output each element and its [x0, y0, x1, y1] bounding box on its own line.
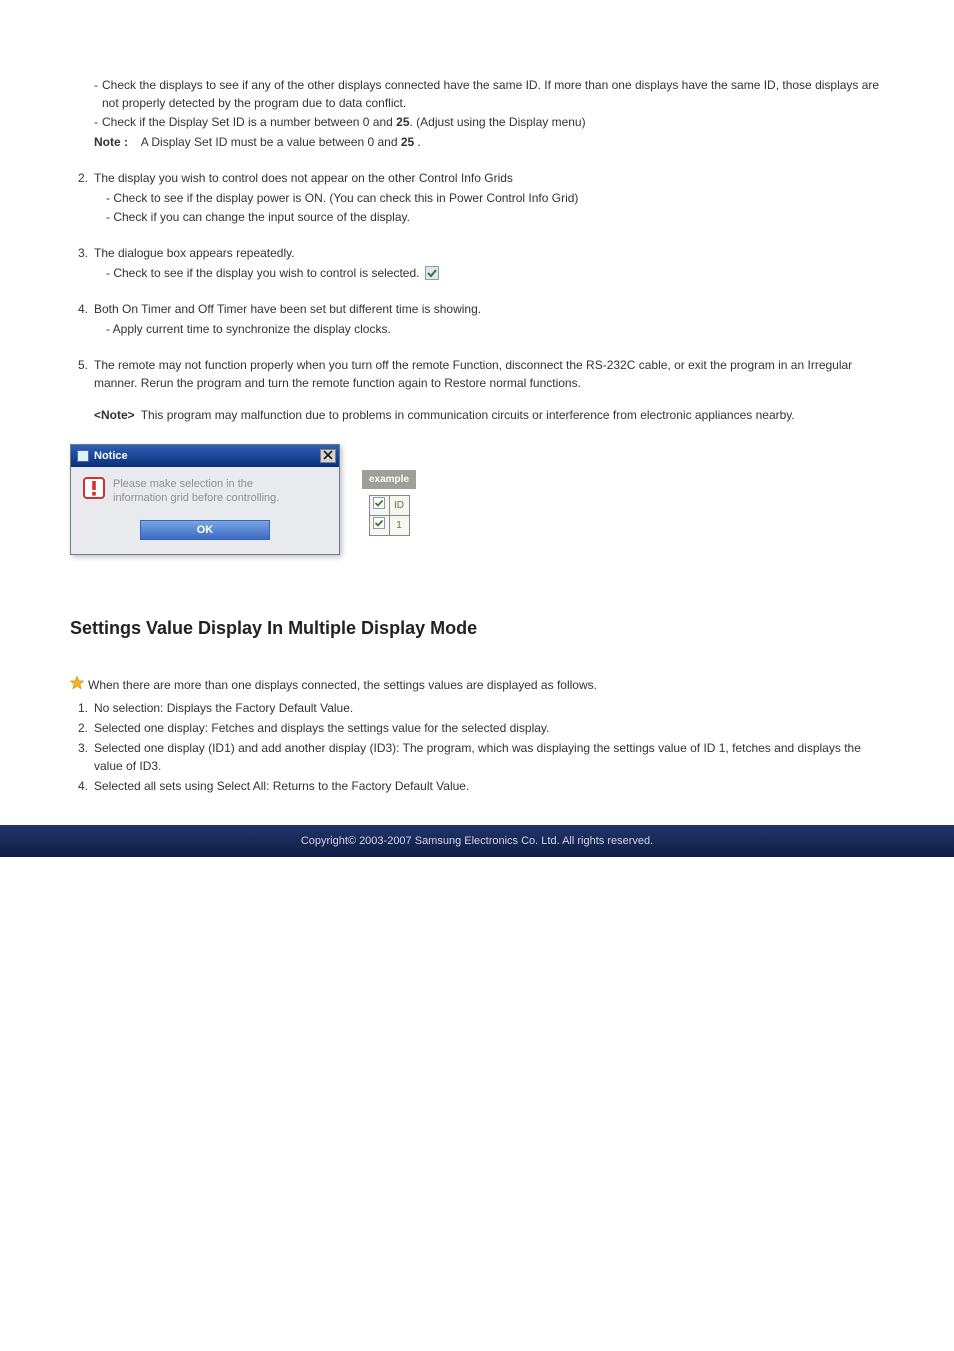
section-4: 4. Both On Timer and Off Timer have been…: [70, 300, 884, 338]
section-3-row: 3. The dialogue box appears repeatedly.: [70, 244, 884, 262]
section-5-note: <Note> This program may malfunction due …: [70, 406, 884, 424]
checkbox-header-icon: [373, 497, 385, 509]
section-5-title: The remote may not function properly whe…: [94, 356, 884, 392]
bottom-item-4-num: 4.: [70, 777, 94, 795]
top-dash-2-post: . (Adjust using the Display menu): [410, 115, 586, 129]
section-3: 3. The dialogue box appears repeatedly. …: [70, 244, 884, 282]
section-2-title: The display you wish to control does not…: [94, 169, 884, 187]
notice-msg-row: Please make selection in the information…: [83, 477, 327, 506]
bottom-item-4-text: Selected all sets using Select All: Retu…: [94, 777, 884, 795]
section-5-note-text: This program may malfunction due to prob…: [141, 406, 884, 424]
section-2-sub-0: - Check to see if the display power is O…: [70, 189, 884, 207]
notice-line1: Please make selection in the: [113, 478, 253, 490]
section-2: 2. The display you wish to control does …: [70, 169, 884, 226]
copyright-bar: Copyright© 2003-2007 Samsung Electronics…: [0, 825, 954, 857]
example-row-check[interactable]: [369, 516, 389, 536]
bottom-item-3-num: 3.: [70, 739, 94, 757]
bottom-item-3-text: Selected one display (ID1) and add anoth…: [94, 739, 884, 775]
top-note-post: .: [414, 135, 421, 149]
section-4-row: 4. Both On Timer and Off Timer have been…: [70, 300, 884, 318]
notice-close-button[interactable]: [320, 449, 336, 463]
bottom-item-2-text: Selected one display: Fetches and displa…: [94, 719, 884, 737]
bottom-intro-row: When there are more than one displays co…: [70, 676, 884, 695]
section-3-sub-0: - Check to see if the display you wish t…: [70, 264, 884, 282]
section-heading: Settings Value Display In Multiple Displ…: [70, 615, 884, 642]
example-header-check: [369, 496, 389, 516]
section-4-num: 4.: [70, 300, 94, 318]
bottom-item-2: 2. Selected one display: Fetches and dis…: [70, 719, 884, 737]
section-4-sub-0-text: - Apply current time to synchronize the …: [106, 320, 884, 338]
notice-ok-button[interactable]: OK: [140, 520, 270, 540]
example-header-id: ID: [389, 496, 409, 516]
section-2-row: 2. The display you wish to control does …: [70, 169, 884, 187]
section-4-sub-0: - Apply current time to synchronize the …: [70, 320, 884, 338]
top-note-label: Note :: [94, 135, 128, 149]
bottom-item-1-text: No selection: Displays the Factory Defau…: [94, 699, 884, 717]
dash: -: [94, 113, 102, 131]
star-icon: [70, 676, 84, 695]
notice-window: Notice: [70, 444, 340, 555]
top-note-bold: 25: [401, 135, 414, 149]
checkbox-row-icon: [373, 517, 385, 529]
notice-body: Please make selection in the information…: [71, 467, 339, 554]
section-5-note-label: <Note>: [94, 406, 141, 424]
top-dash-2-bold: 25: [396, 115, 409, 129]
section-3-sub-0-text: - Check to see if the display you wish t…: [106, 264, 884, 282]
section-2-sub-0-text: - Check to see if the display power is O…: [106, 189, 884, 207]
section-3-sub-0-innertext: - Check to see if the display you wish t…: [106, 266, 419, 280]
top-note: Note : A Display Set ID must be a value …: [70, 133, 884, 151]
dash: -: [94, 76, 102, 94]
top-dash-2-text: Check if the Display Set ID is a number …: [102, 113, 884, 131]
top-note-pre: A Display Set ID must be a value between…: [141, 135, 401, 149]
checkbox-icon: [425, 266, 439, 280]
top-dash-2: - Check if the Display Set ID is a numbe…: [70, 113, 884, 131]
bottom-item-4: 4. Selected all sets using Select All: R…: [70, 777, 884, 795]
example-table: ID 1: [369, 495, 410, 536]
section-4-title: Both On Timer and Off Timer have been se…: [94, 300, 884, 318]
notice-app-icon: [77, 450, 89, 462]
top-dash-2-pre: Check if the Display Set ID is a number …: [102, 115, 396, 129]
example-box: example ID: [362, 470, 416, 536]
section-5-row: 5. The remote may not function properly …: [70, 356, 884, 392]
section-5-num: 5.: [70, 356, 94, 374]
notice-text: Please make selection in the information…: [113, 477, 279, 506]
notice-titlebar: Notice: [71, 445, 339, 467]
bottom-item-3: 3. Selected one display (ID1) and add an…: [70, 739, 884, 775]
section-2-sub-1-text: - Check if you can change the input sour…: [106, 208, 884, 226]
section-5: 5. The remote may not function properly …: [70, 356, 884, 424]
bottom-intro: When there are more than one displays co…: [88, 676, 597, 694]
bottom-item-1-num: 1.: [70, 699, 94, 717]
notice-line2: information grid before controlling.: [113, 492, 279, 504]
bottom-item-1: 1. No selection: Displays the Factory De…: [70, 699, 884, 717]
top-dash-1-text: Check the displays to see if any of the …: [102, 76, 884, 112]
section-2-num: 2.: [70, 169, 94, 187]
notice-title-left: Notice: [77, 448, 128, 465]
section-3-title: The dialogue box appears repeatedly.: [94, 244, 884, 262]
bottom-item-2-num: 2.: [70, 719, 94, 737]
example-caption: example: [362, 470, 416, 489]
page-content: - Check the displays to see if any of th…: [0, 0, 954, 795]
section-3-num: 3.: [70, 244, 94, 262]
notice-title-text: Notice: [94, 448, 128, 465]
section-2-sub-1: - Check if you can change the input sour…: [70, 208, 884, 226]
warning-icon: [83, 477, 105, 499]
example-row-id: 1: [389, 516, 409, 536]
notice-figure: Notice: [70, 444, 416, 555]
top-dash-1: - Check the displays to see if any of th…: [70, 76, 884, 112]
